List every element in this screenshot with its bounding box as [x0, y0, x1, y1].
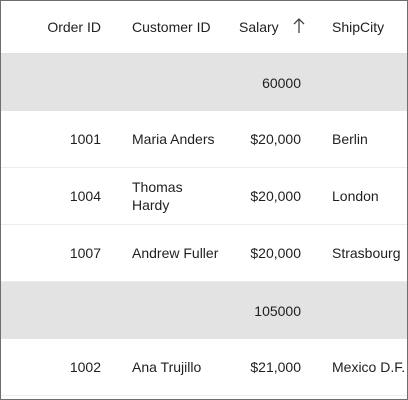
group-caption-row[interactable]: 60000: [1, 54, 407, 111]
customer-id-cell: Andrew Fuller: [132, 245, 219, 261]
salary-cell: $20,000: [250, 188, 301, 204]
customer-id-cell: Ana Trujillo: [132, 359, 202, 375]
salary-cell: $21,000: [250, 359, 301, 375]
shipcity-cell: Berlin: [332, 131, 368, 147]
order-id-cell: 1007: [69, 245, 101, 261]
group-caption-row[interactable]: 105000: [1, 282, 407, 339]
column-header-label: ShipCity: [332, 19, 385, 35]
arrow-up-icon[interactable]: [292, 17, 306, 35]
order-id-cell: 1001: [69, 131, 101, 147]
shipcity-cell: London: [332, 188, 379, 204]
column-header-shipcity[interactable]: ShipCity: [332, 1, 407, 53]
column-header-label: Customer ID: [132, 19, 211, 35]
column-header-label: Order ID: [47, 19, 101, 35]
group-caption-value: 60000: [262, 74, 301, 91]
order-id-cell: 1004: [69, 188, 101, 204]
customer-id-cell: Maria Anders: [132, 131, 215, 147]
table-row[interactable]: 1002 Ana Trujillo $21,000 Mexico D.F.: [1, 339, 407, 396]
column-header-order-id[interactable]: Order ID: [1, 1, 116, 53]
shipcity-cell: Strasbourg: [332, 245, 401, 261]
data-grid: Order ID Customer ID Salary ShipCity 600…: [0, 0, 408, 400]
salary-cell: $20,000: [250, 245, 301, 261]
column-header-salary[interactable]: Salary: [239, 1, 319, 53]
header-row: Order ID Customer ID Salary ShipCity: [1, 1, 407, 54]
table-row[interactable]: 1004 Thomas Hardy $20,000 London: [1, 168, 407, 225]
group-caption-value: 105000: [254, 302, 301, 319]
salary-cell: $20,000: [250, 131, 301, 147]
column-header-customer-id[interactable]: Customer ID: [132, 1, 222, 53]
column-header-label: Salary: [239, 19, 279, 35]
shipcity-cell: Mexico D.F.: [332, 359, 406, 375]
table-row[interactable]: 1007 Andrew Fuller $20,000 Strasbourg: [1, 225, 407, 282]
customer-id-cell: Thomas Hardy: [132, 179, 183, 213]
order-id-cell: 1002: [69, 359, 101, 375]
table-row[interactable]: 1001 Maria Anders $20,000 Berlin: [1, 111, 407, 168]
